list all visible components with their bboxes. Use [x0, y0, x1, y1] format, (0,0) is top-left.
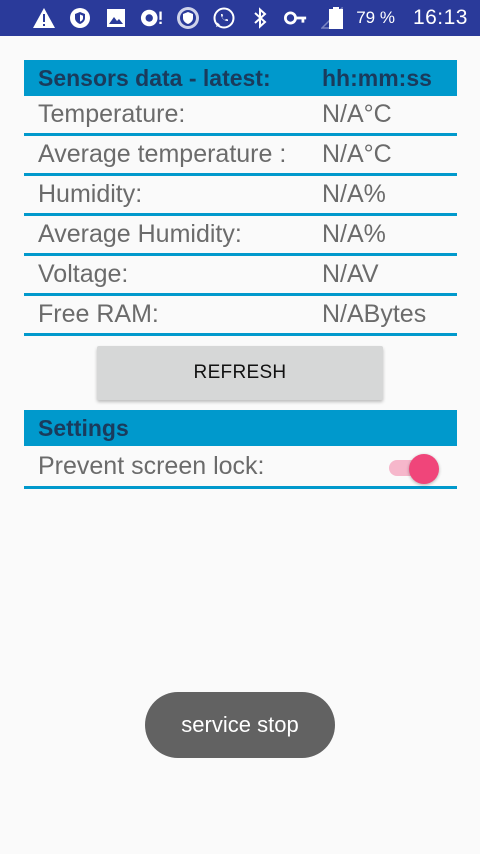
- shield-icon: [68, 6, 92, 30]
- sensor-row-average-humidity: Average Humidity: N/A%: [24, 216, 457, 256]
- sensor-value: N/A°C: [322, 140, 392, 168]
- notification-icons: [32, 0, 344, 36]
- sensors-header-label: Sensors data - latest:: [38, 64, 271, 91]
- sensor-row-average-temperature: Average temperature : N/A°C: [24, 136, 457, 176]
- prevent-screen-lock-label: Prevent screen lock:: [38, 451, 265, 480]
- settings-header: Settings: [24, 410, 457, 446]
- sensor-label: Humidity:: [38, 180, 143, 208]
- bluetooth-icon: [248, 6, 272, 30]
- whatsapp-icon: [212, 6, 236, 30]
- switch-thumb: [409, 454, 439, 484]
- status-right: 79 % 16:13: [324, 0, 468, 36]
- battery-icon: [324, 6, 348, 30]
- key-icon: [284, 6, 308, 30]
- sensor-value: N/ABytes: [322, 300, 427, 328]
- status-bar: 79 % 16:13: [0, 0, 480, 36]
- sensor-label: Average Humidity:: [38, 220, 242, 248]
- sensor-value: N/AV: [322, 260, 379, 288]
- settings-header-label: Settings: [38, 414, 129, 441]
- settings-panel: Settings: [24, 410, 457, 446]
- sensor-label: Temperature:: [38, 100, 186, 128]
- toast-message: service stop: [145, 692, 335, 758]
- vpn-shield-icon: [176, 6, 200, 30]
- sensor-row-temperature: Temperature: N/A°C: [24, 96, 457, 136]
- sensors-panel: Sensors data - latest: hh:mm:ss Temperat…: [24, 60, 457, 336]
- sensor-row-humidity: Humidity: N/A%: [24, 176, 457, 216]
- clock: 16:13: [412, 6, 468, 29]
- image-icon: [104, 6, 128, 30]
- sensors-header-timestamp: hh:mm:ss: [322, 64, 432, 91]
- sensor-value: N/A%: [322, 180, 386, 208]
- sensors-header: Sensors data - latest: hh:mm:ss: [24, 60, 457, 96]
- refresh-button[interactable]: REFRESH: [97, 346, 383, 400]
- prevent-screen-lock-row: Prevent screen lock:: [24, 446, 457, 489]
- sensor-label: Average temperature :: [38, 140, 287, 168]
- battery-percent: 79 %: [356, 8, 395, 27]
- sensor-value: N/A%: [322, 220, 386, 248]
- warning-icon: [32, 6, 56, 30]
- sensor-value: N/A°C: [322, 100, 392, 128]
- prevent-screen-lock-switch[interactable]: [389, 454, 439, 484]
- sensor-row-free-ram: Free RAM: N/ABytes: [24, 296, 457, 336]
- sensor-row-voltage: Voltage: N/AV: [24, 256, 457, 296]
- sensor-label: Free RAM:: [38, 300, 159, 328]
- sensor-label: Voltage:: [38, 260, 129, 288]
- sync-alert-icon: [140, 6, 164, 30]
